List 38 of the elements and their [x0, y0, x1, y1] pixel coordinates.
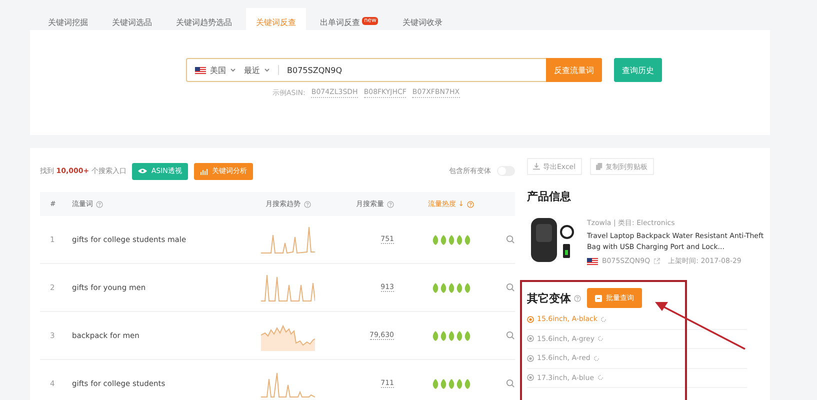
help-icon[interactable]: [304, 200, 310, 208]
nav-tab[interactable]: 关键词趋势选品: [166, 8, 242, 30]
list-icon: [595, 294, 602, 302]
help-icon[interactable]: [574, 294, 581, 302]
search-icon[interactable]: [506, 379, 515, 388]
refresh-icon[interactable]: [600, 316, 608, 323]
variants-heading: 其它变体: [527, 290, 581, 306]
help-icon[interactable]: [387, 200, 394, 208]
radio-icon[interactable]: [527, 374, 534, 382]
help-icon[interactable]: [96, 200, 103, 208]
refresh-icon[interactable]: [597, 335, 604, 342]
radio-icon[interactable]: [527, 335, 534, 342]
download-icon: [533, 163, 540, 170]
trend-sparkline: [261, 224, 315, 254]
radio-icon[interactable]: [527, 316, 534, 323]
search-icon[interactable]: [506, 331, 515, 340]
product-heading: 产品信息: [527, 189, 572, 204]
search-icon[interactable]: [506, 235, 515, 244]
period-select[interactable]: 最近: [244, 64, 260, 76]
search-field[interactable]: 美国 最近 B075SZQN9Q 反查流量词: [186, 58, 602, 82]
nav-tab[interactable]: 关键词选品: [102, 8, 162, 30]
help-icon[interactable]: [467, 200, 474, 208]
refresh-icon[interactable]: [593, 354, 600, 362]
trend-sparkline: [261, 272, 315, 302]
radio-icon[interactable]: [527, 354, 534, 362]
search-icon[interactable]: [506, 283, 515, 292]
country-select[interactable]: 美国: [210, 64, 226, 76]
us-flag-icon: [587, 258, 598, 264]
caret-icon: [264, 68, 270, 72]
nav-tab[interactable]: 关键词挖掘: [38, 8, 98, 30]
chart-icon: [200, 168, 208, 174]
us-flag-icon: [195, 66, 206, 74]
nav-tab[interactable]: 关键词收录: [392, 8, 452, 30]
caret-icon: [230, 68, 236, 72]
copy-icon: [596, 163, 603, 170]
external-link-icon[interactable]: [654, 258, 660, 264]
refresh-icon[interactable]: [597, 374, 604, 382]
eye-icon: [138, 168, 148, 174]
